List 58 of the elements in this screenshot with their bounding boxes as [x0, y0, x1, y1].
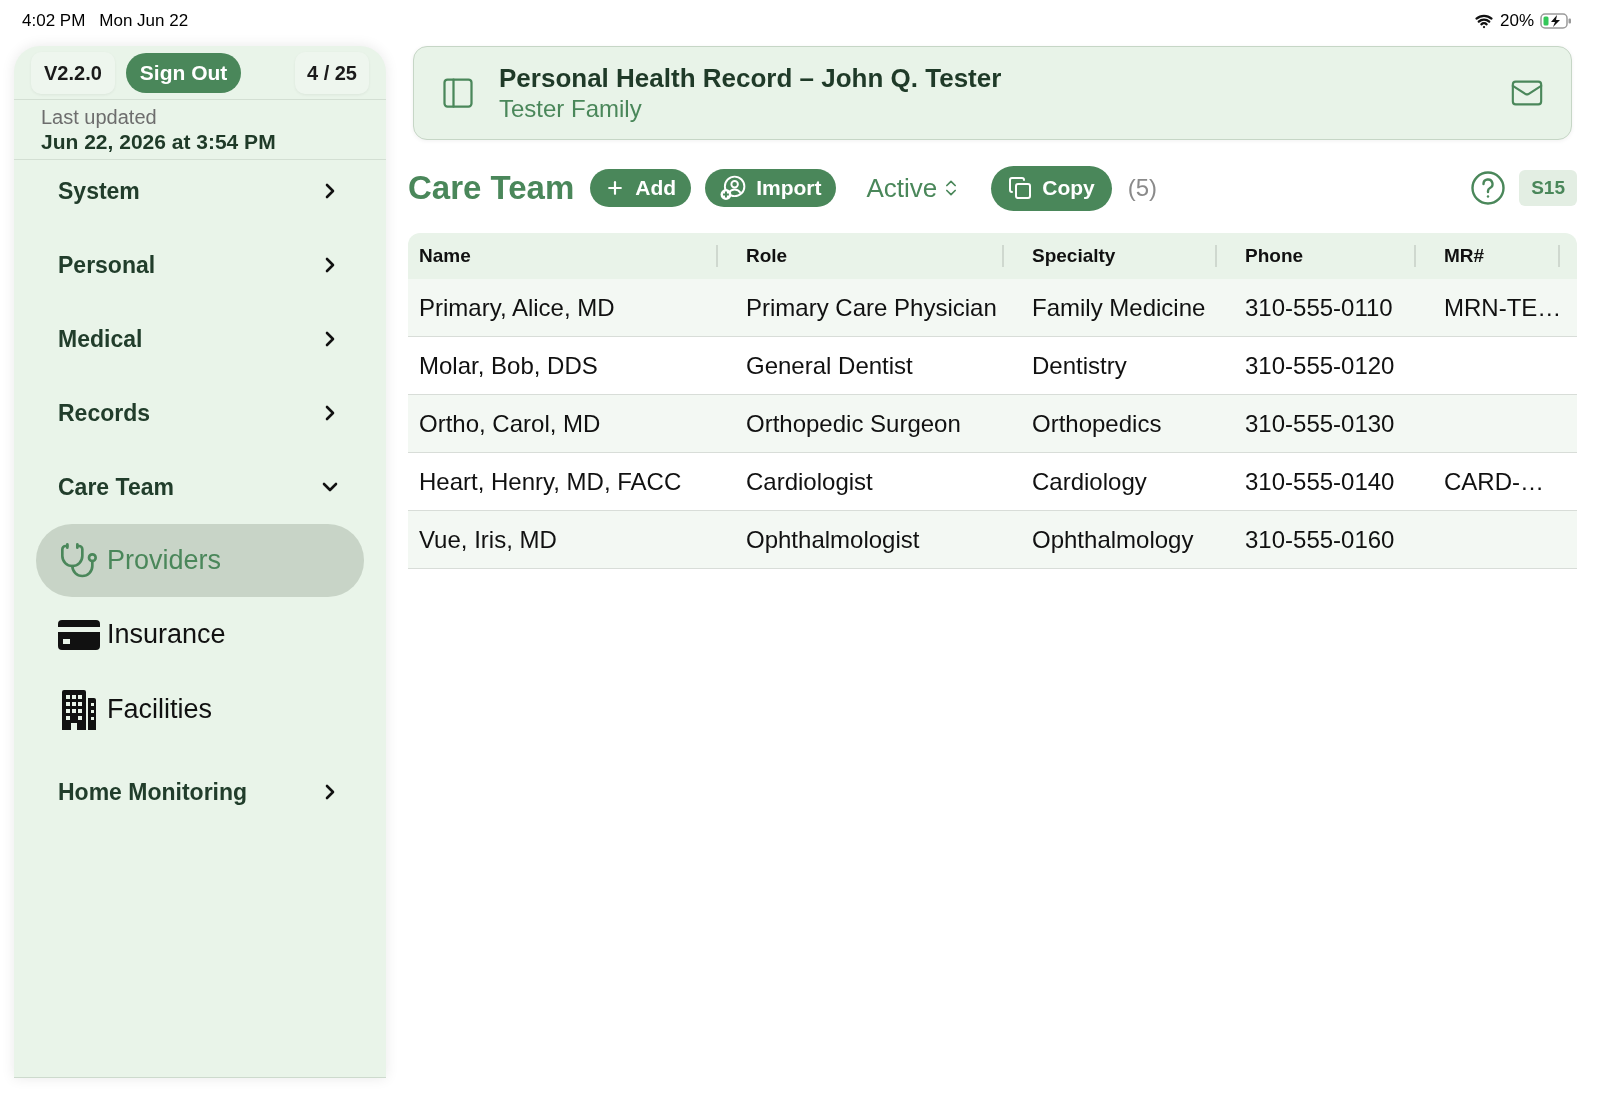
status-time: 4:02 PM: [22, 10, 86, 33]
status-filter[interactable]: Active: [866, 168, 962, 208]
building-icon: [62, 689, 96, 730]
code-badge: S15: [1519, 170, 1577, 206]
credit-card-icon: [58, 619, 100, 650]
column-header[interactable]: MR#: [1444, 241, 1485, 271]
table-cell-text: Heart, Henry, MD, FACC: [419, 466, 682, 497]
version-label: V2.2.0: [31, 51, 115, 94]
table-cell-text: Ortho, Carol, MD: [419, 408, 601, 439]
table-cell-text: Family Medicine: [1032, 292, 1206, 323]
sidebar-item[interactable]: Medical: [14, 302, 386, 376]
sidebar-item[interactable]: Care Team: [14, 450, 386, 524]
table-cell-text: Molar, Bob, DDS: [419, 350, 598, 381]
table-cell-text: Vue, Iris, MD: [419, 524, 557, 555]
page-counter: 4 / 25: [294, 51, 369, 94]
toolbar-button[interactable]: Import: [705, 169, 837, 207]
column-header[interactable]: Role: [746, 241, 788, 271]
table-cell-text: Cardiologist: [746, 466, 873, 497]
table-cell-text: 310-555-0160: [1245, 524, 1395, 555]
column-header[interactable]: Specialty: [1032, 241, 1116, 271]
table-cell-text: Primary, Alice, MD: [419, 292, 615, 323]
table-cell-text: Ophthalmology: [1032, 524, 1194, 555]
page-heading: Care Team: [408, 168, 575, 209]
toolbar-button[interactable]: Copy: [991, 165, 1112, 211]
sidebar-item[interactable]: Records: [14, 376, 386, 450]
sidebar-item[interactable]: System: [14, 154, 386, 228]
table-cell-text: General Dentist: [746, 350, 913, 381]
table-cell-text: Cardiology: [1032, 466, 1147, 497]
record-subtitle: Tester Family: [499, 94, 643, 124]
help-icon[interactable]: [1471, 171, 1506, 205]
table-cell-text: Dentistry: [1032, 350, 1127, 381]
table-cell-text: 310-555-0110: [1245, 292, 1393, 323]
table-cell-text: 310-555-0130: [1245, 408, 1395, 439]
record-count: (5): [1127, 173, 1158, 203]
sidebar-subitem[interactable]: Insurance: [36, 597, 364, 672]
table-cell-text: 310-555-0120: [1245, 350, 1395, 381]
table-cell-text: CARD-…: [1444, 466, 1544, 497]
table-cell-text: Orthopedic Surgeon: [746, 408, 961, 439]
column-header[interactable]: Name: [419, 241, 471, 271]
column-header[interactable]: Phone: [1245, 241, 1304, 271]
sign-out-button[interactable]: Sign Out: [125, 52, 242, 93]
battery-percentage: 20%: [1499, 10, 1534, 33]
wifi-icon: [1473, 12, 1494, 30]
status-date: Mon Jun 22: [99, 10, 189, 33]
person-add-icon: [720, 175, 747, 201]
sidebar-subitem[interactable]: Facilities: [36, 672, 364, 747]
table-cell-text: MRN-TE…: [1444, 292, 1562, 323]
table-cell-text: Orthopedics: [1032, 408, 1162, 439]
table-cell-text: Ophthalmologist: [746, 524, 920, 555]
table-cell-text: Primary Care Physician: [746, 292, 997, 323]
table-cell-text: 310-555-0140: [1245, 466, 1395, 497]
sidebar-item[interactable]: Personal: [14, 228, 386, 302]
toolbar-button[interactable]: Add: [590, 169, 692, 207]
copy-icon: [1008, 176, 1033, 200]
sidebar-item[interactable]: Home Monitoring: [14, 755, 386, 829]
last-updated-label: Last updated: [41, 104, 158, 129]
last-updated-date: Jun 22, 2026 at 3:54 PM: [41, 128, 277, 155]
record-title: Personal Health Record – John Q. Tester: [499, 62, 1002, 94]
